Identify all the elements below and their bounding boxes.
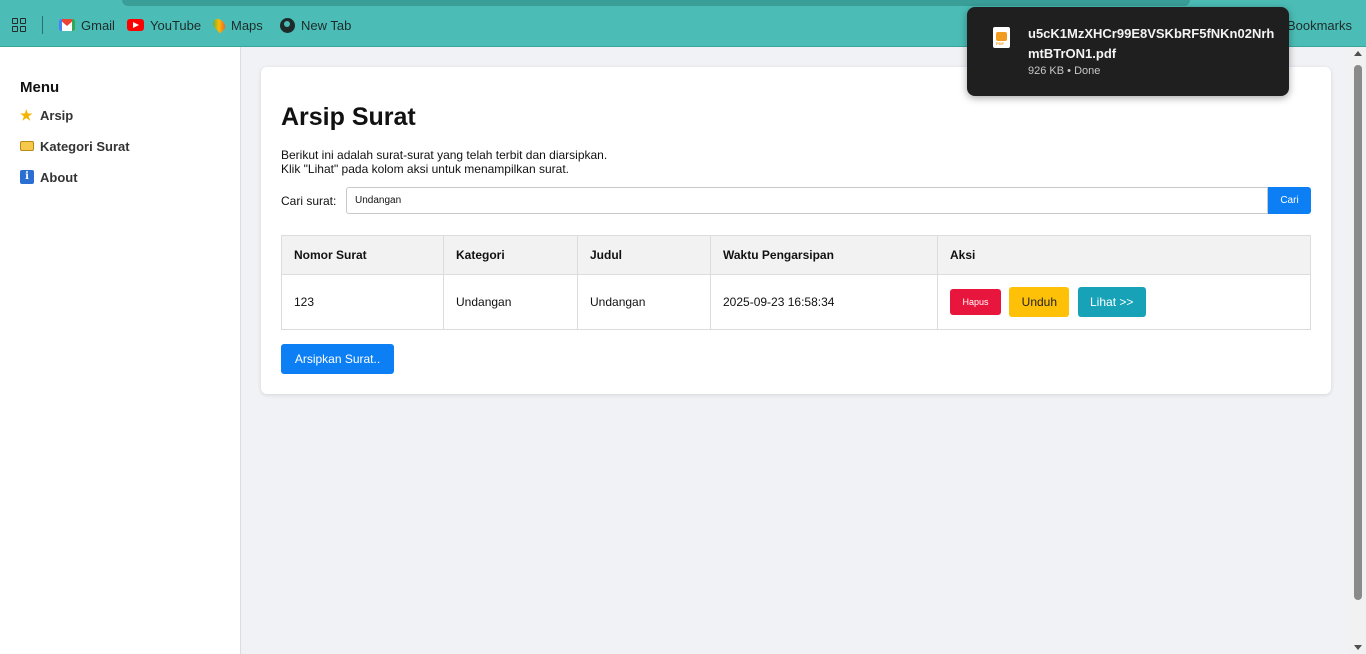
sidebar-item-label: Arsip — [40, 107, 74, 123]
address-bar-edge[interactable] — [122, 0, 1190, 6]
cell-judul: Undangan — [577, 274, 711, 330]
bookmark-new-tab[interactable]: New Tab — [280, 16, 351, 34]
download-status: Done — [1074, 65, 1101, 77]
bookmark-label: Gmail — [81, 17, 115, 33]
bookmark-label: New Tab — [301, 17, 352, 33]
download-bubble[interactable]: u5cK1MzXHCr99E8VSKbRF5fNKn02NrhmtBTrON1.… — [967, 7, 1289, 96]
folder-icon — [20, 141, 34, 151]
search-input[interactable] — [346, 187, 1268, 214]
globe-icon — [280, 17, 295, 33]
bookmark-maps[interactable]: Maps — [210, 16, 263, 34]
search-label: Cari surat: — [281, 194, 337, 208]
sidebar-item-label: Kategori Surat — [40, 138, 130, 154]
table-row: 123 Undangan Undangan 2025-09-23 16:58:3… — [281, 274, 1311, 330]
sidebar-item-about[interactable]: i About — [20, 168, 78, 186]
bookmark-youtube[interactable]: YouTube — [127, 16, 201, 34]
apps-grid-icon[interactable] — [12, 18, 26, 32]
download-size: 926 KB — [1028, 65, 1065, 77]
download-button[interactable]: Unduh — [1009, 287, 1070, 317]
table-header-row: Nomor Surat Kategori Judul Waktu Pengars… — [281, 235, 1311, 275]
cell-nomor-surat: 123 — [281, 274, 444, 330]
sidebar: Menu ★ Arsip Kategori Surat i About — [0, 47, 241, 654]
archive-card: Arsip Surat Berikut ini adalah surat-sur… — [261, 67, 1331, 394]
sidebar-item-label: About — [40, 169, 78, 185]
scroll-up-arrow-icon[interactable] — [1354, 51, 1362, 56]
download-meta: 926 KB • Done — [1028, 65, 1100, 77]
description-line-2: Klik "Lihat" pada kolom aksi untuk menam… — [281, 162, 569, 176]
sidebar-item-arsip[interactable]: ★ Arsip — [20, 106, 73, 124]
view-button[interactable]: Lihat >> — [1077, 287, 1146, 317]
cell-waktu-pengarsipan: 2025-09-23 16:58:34 — [710, 274, 938, 330]
cell-kategori: Undangan — [443, 274, 578, 330]
description-line-1: Berikut ini adalah surat-surat yang tela… — [281, 148, 608, 162]
bookmark-gmail[interactable]: Gmail — [59, 16, 115, 34]
archive-letter-button[interactable]: Arsipkan Surat.. — [281, 344, 394, 374]
scrollbar-thumb[interactable] — [1354, 65, 1362, 600]
page-title: Arsip Surat — [281, 103, 416, 131]
page-description: Berikut ini adalah surat-surat yang tela… — [281, 148, 607, 176]
bookmark-label: Maps — [231, 17, 263, 33]
scroll-down-arrow-icon[interactable] — [1354, 645, 1362, 650]
youtube-icon — [127, 19, 144, 31]
gmail-icon — [59, 19, 75, 31]
search-button[interactable]: Cari — [1268, 187, 1311, 214]
all-bookmarks-label: Bookmarks — [1286, 17, 1352, 33]
archive-table: Nomor Surat Kategori Judul Waktu Pengars… — [281, 235, 1311, 330]
column-header-kategori: Kategori — [443, 235, 578, 275]
sidebar-title: Menu — [20, 79, 60, 96]
download-filename[interactable]: u5cK1MzXHCr99E8VSKbRF5fNKn02NrhmtBTrON1.… — [1028, 24, 1278, 64]
column-header-judul: Judul — [577, 235, 711, 275]
info-icon: i — [20, 170, 34, 184]
sidebar-item-kategori-surat[interactable]: Kategori Surat — [20, 137, 130, 155]
page-scrollbar[interactable] — [1350, 47, 1366, 654]
all-bookmarks-button[interactable]: Bookmarks — [1287, 16, 1352, 34]
download-separator: • — [1067, 65, 1072, 77]
delete-button[interactable]: Hapus — [950, 289, 1001, 315]
cell-aksi: Hapus Unduh Lihat >> — [937, 274, 1311, 330]
bookmarks-separator — [42, 16, 43, 34]
star-icon: ★ — [20, 107, 33, 123]
maps-icon — [210, 16, 228, 34]
column-header-aksi: Aksi — [937, 235, 1311, 275]
pdf-file-icon — [993, 27, 1010, 48]
column-header-nomor-surat: Nomor Surat — [281, 235, 444, 275]
bookmark-label: YouTube — [150, 17, 202, 33]
column-header-waktu-pengarsipan: Waktu Pengarsipan — [710, 235, 938, 275]
